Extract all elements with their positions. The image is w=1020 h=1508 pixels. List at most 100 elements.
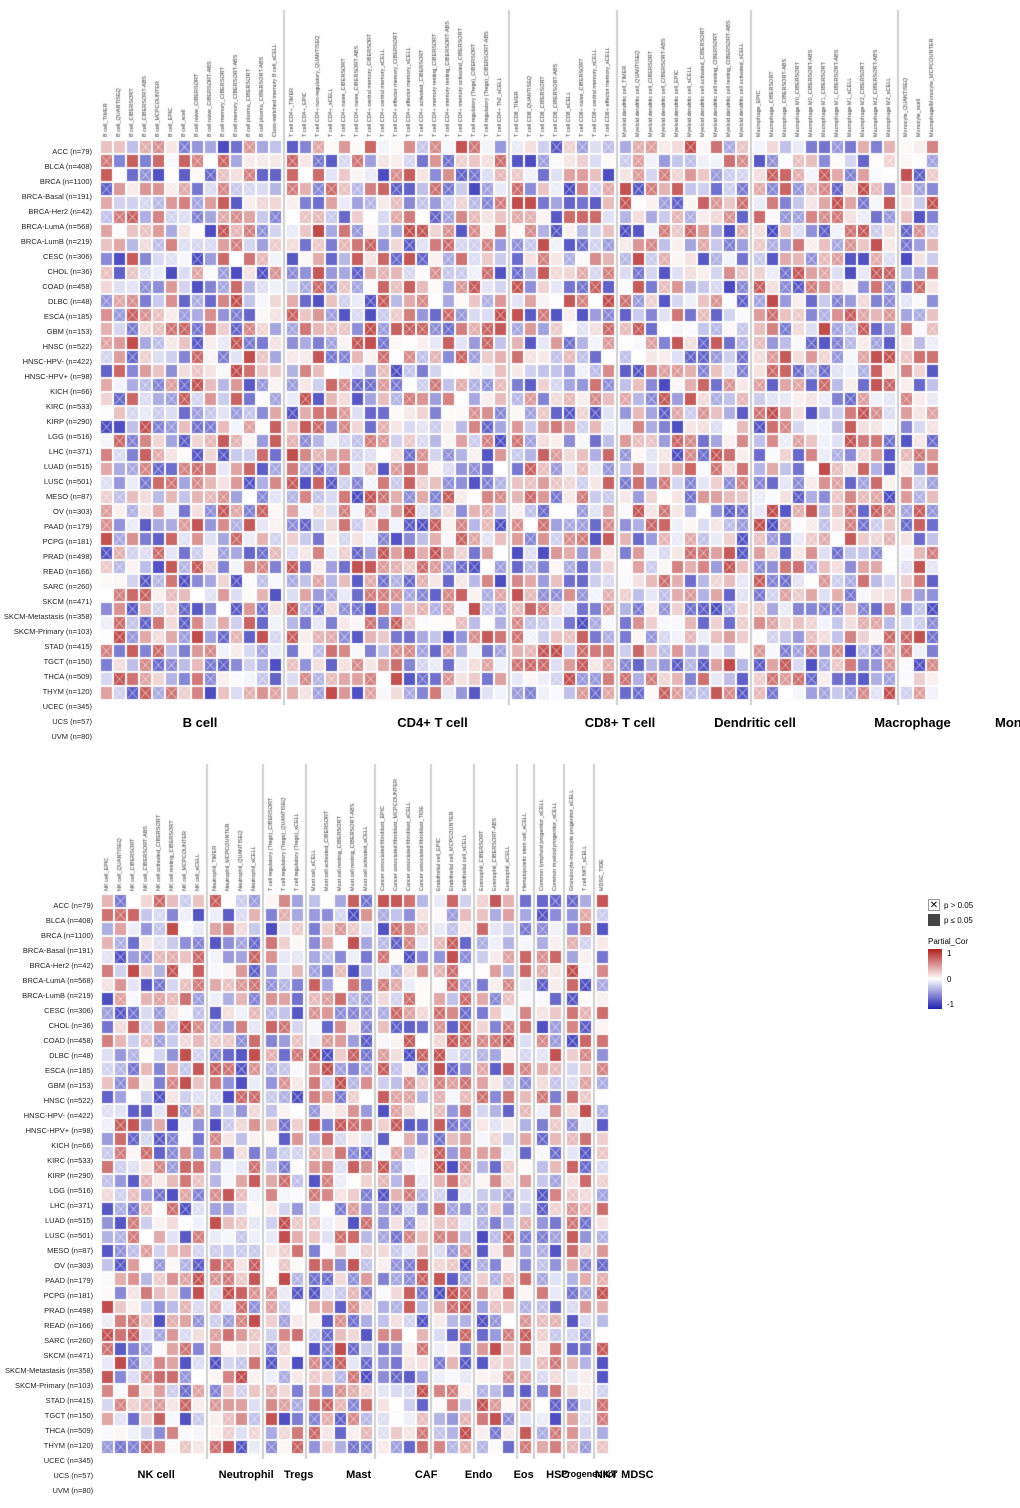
bottom-canvas bbox=[96, 764, 614, 1459]
row-label: BRCA (n=1100) bbox=[5, 928, 96, 943]
row-label: BRCA-Basal (n=191) bbox=[5, 189, 95, 204]
row-label: BRCA-Her2 (n=42) bbox=[5, 204, 95, 219]
group-label-endo: Endo bbox=[456, 1469, 501, 1481]
legend-bottom: ✕ p > 0.05 p ≤ 0.05 Partial_Cor 1 0 -1 bbox=[920, 764, 1015, 1498]
row-label: READ (n=166) bbox=[5, 564, 95, 579]
row-labels-top: ACC (n=79) BLCA (n=408) BRCA (n=1100) BR… bbox=[5, 10, 95, 744]
gradient-bot-b: -1 bbox=[947, 1000, 954, 1009]
row-label: PRAD (n=498) bbox=[5, 1303, 96, 1318]
row-label: KIRC (n=533) bbox=[5, 1153, 96, 1168]
row-label: BRCA-Her2 (n=42) bbox=[5, 958, 96, 973]
row-label: STAD (n=415) bbox=[5, 639, 95, 654]
group-label-mast: Mast bbox=[321, 1469, 396, 1481]
row-label: KIRP (n=290) bbox=[5, 414, 95, 429]
row-label: PRAD (n=498) bbox=[5, 549, 95, 564]
row-label: TGCT (n=150) bbox=[5, 654, 95, 669]
row-label: MESO (n=87) bbox=[5, 489, 95, 504]
row-label: UVM (n=80) bbox=[5, 729, 95, 744]
row-label: HNSC-HPV- (n=422) bbox=[5, 354, 95, 369]
row-label: ESCA (n=185) bbox=[5, 309, 95, 324]
row-label: UCS (n=57) bbox=[5, 714, 95, 729]
row-label: BRCA (n=1100) bbox=[5, 174, 95, 189]
group-label-prog: Progenenitor bbox=[561, 1469, 591, 1481]
row-labels-bottom: ACC (n=79) BLCA (n=408) BRCA (n=1100) BR… bbox=[5, 764, 96, 1498]
row-label: LUAD (n=515) bbox=[5, 459, 95, 474]
row-label: LUSC (n=501) bbox=[5, 1228, 96, 1243]
group-labels-bottom: NK cell Neutrophil Tregs Mast CAF Endo E… bbox=[96, 1469, 920, 1481]
row-label: SKCM-Metastasis (n=358) bbox=[5, 1363, 96, 1378]
row-label: LUAD (n=515) bbox=[5, 1213, 96, 1228]
row-label: GBM (n=153) bbox=[5, 324, 95, 339]
group-label-neut: Neutrophil bbox=[216, 1469, 276, 1481]
row-label: BRCA-LumB (n=219) bbox=[5, 988, 96, 1003]
legend-nonsig-b: ✕ p > 0.05 bbox=[928, 899, 1015, 911]
row-label: SARC (n=260) bbox=[5, 1333, 96, 1348]
row-label: LHC (n=371) bbox=[5, 1198, 96, 1213]
row-label: OV (n=303) bbox=[5, 504, 95, 519]
gradient-title-bottom: Partial_Cor bbox=[928, 937, 1015, 946]
row-label: LGG (n=516) bbox=[5, 429, 95, 444]
row-label: SKCM (n=471) bbox=[5, 594, 95, 609]
group-label-nk: NK cell bbox=[96, 1469, 216, 1481]
panel2: ACC (n=79) BLCA (n=408) BRCA (n=1100) BR… bbox=[5, 764, 1015, 1498]
group-label-tregs: Tregs bbox=[276, 1469, 321, 1481]
group-labels-top: B cell CD4+ T cell CD8+ T cell Dendritic… bbox=[95, 715, 1020, 730]
row-label: COAD (n=458) bbox=[5, 1033, 96, 1048]
row-label: BRCA-LumB (n=219) bbox=[5, 234, 95, 249]
gradient-container-b: 1 0 -1 bbox=[928, 949, 1015, 1009]
group-label-cd4t: CD4+ T cell bbox=[305, 715, 560, 730]
row-label: LGG (n=516) bbox=[5, 1183, 96, 1198]
row-label: TGCT (n=150) bbox=[5, 1408, 96, 1423]
row-label: GBM (n=153) bbox=[5, 1078, 96, 1093]
row-label: BRCA-LumA (n=568) bbox=[5, 973, 96, 988]
row-label: SKCM-Primary (n=103) bbox=[5, 624, 95, 639]
group-label-mdsc: MDSC bbox=[621, 1469, 636, 1481]
row-label: PAAD (n=179) bbox=[5, 519, 95, 534]
legend-sig-label-b: p ≤ 0.05 bbox=[944, 916, 973, 925]
bottom-heatmap-container bbox=[96, 764, 920, 1464]
row-label: SKCM-Metastasis (n=358) bbox=[5, 609, 95, 624]
row-label: BLCA (n=408) bbox=[5, 913, 96, 928]
top-heatmap-container bbox=[95, 10, 1020, 710]
row-label: HNSC-HPV+ (n=98) bbox=[5, 369, 95, 384]
row-label: KIRC (n=533) bbox=[5, 399, 95, 414]
row-label: DLBC (n=48) bbox=[5, 294, 95, 309]
group-label-dc: Dendritic cell bbox=[680, 715, 830, 730]
group-label-nkt: NKT bbox=[591, 1469, 621, 1481]
row-label: HNSC-HPV+ (n=98) bbox=[5, 1123, 96, 1138]
group-label-macro: Macrophage bbox=[830, 715, 995, 730]
group-label-bcell: B cell bbox=[95, 715, 305, 730]
row-label: SARC (n=260) bbox=[5, 579, 95, 594]
row-label: CESC (n=306) bbox=[5, 1003, 96, 1018]
row-label: UCS (n=57) bbox=[5, 1468, 96, 1483]
row-label: THYM (n=120) bbox=[5, 1438, 96, 1453]
row-label: CESC (n=306) bbox=[5, 249, 95, 264]
row-label: LUSC (n=501) bbox=[5, 474, 95, 489]
top-canvas bbox=[95, 10, 944, 705]
row-label: HNSC-HPV- (n=422) bbox=[5, 1108, 96, 1123]
row-label: THCA (n=509) bbox=[5, 1423, 96, 1438]
row-label: MESO (n=87) bbox=[5, 1243, 96, 1258]
row-label: COAD (n=458) bbox=[5, 279, 95, 294]
gradient-mid-b: 0 bbox=[947, 975, 954, 984]
row-label: KICH (n=66) bbox=[5, 384, 95, 399]
gradient-bar-b bbox=[928, 949, 942, 1009]
row-label: KIRP (n=290) bbox=[5, 1168, 96, 1183]
row-label: PAAD (n=179) bbox=[5, 1273, 96, 1288]
row-label: SKCM-Primary (n=103) bbox=[5, 1378, 96, 1393]
gradient-labels-b: 1 0 -1 bbox=[947, 949, 954, 1009]
row-label: PCPG (n=181) bbox=[5, 534, 95, 549]
row-label: DLBC (n=48) bbox=[5, 1048, 96, 1063]
group-label-eos: Eos bbox=[501, 1469, 546, 1481]
row-label: BLCA (n=408) bbox=[5, 159, 95, 174]
main-container: ACC (n=79) BLCA (n=408) BRCA (n=1100) BR… bbox=[0, 0, 1020, 1508]
row-label: PCPG (n=181) bbox=[5, 1288, 96, 1303]
row-label: ACC (n=79) bbox=[5, 144, 95, 159]
heatmap-top: B cell CD4+ T cell CD8+ T cell Dendritic… bbox=[95, 10, 1020, 744]
row-label: CHOL (n=36) bbox=[5, 1018, 96, 1033]
group-label-hsc: HSC bbox=[546, 1469, 561, 1481]
row-label: HNSC (n=522) bbox=[5, 339, 95, 354]
row-label: THYM (n=120) bbox=[5, 684, 95, 699]
group-label-caf: CAF bbox=[396, 1469, 456, 1481]
row-label: KICH (n=66) bbox=[5, 1138, 96, 1153]
